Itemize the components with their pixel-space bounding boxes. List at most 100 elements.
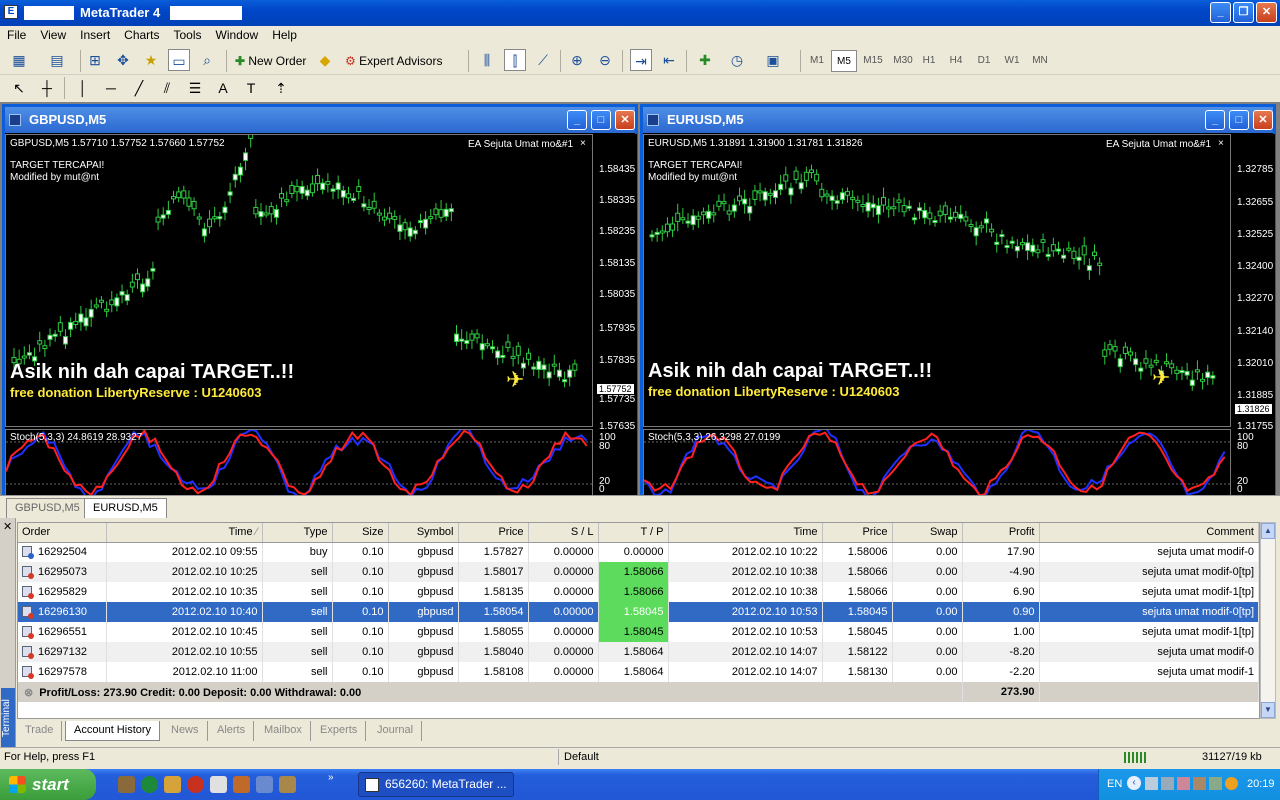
chart-window-gbpusd[interactable]: GBPUSD,M5 _ □ ✕ GBPUSD,M5 1.57710 1.5775… [2, 104, 638, 497]
window-tab-eurusd[interactable]: EURUSD,M5 [84, 498, 167, 518]
menu-window[interactable]: Window [209, 26, 266, 44]
menu-file[interactable]: File [0, 26, 33, 44]
fibonacci-icon[interactable]: ☰ [184, 77, 206, 99]
timeframe-m1[interactable]: M1 [804, 50, 830, 72]
timeframe-mn[interactable]: MN [1027, 50, 1053, 72]
menu-help[interactable]: Help [265, 26, 304, 44]
window-tab-gbpusd[interactable]: GBPUSD,M5 [6, 498, 89, 518]
menu-tools[interactable]: Tools [167, 26, 209, 44]
ea-remove-icon[interactable]: × [580, 138, 586, 149]
column-header-close-time[interactable]: Time [668, 523, 823, 543]
column-header-order[interactable]: Order [18, 523, 107, 543]
price-chart-pane[interactable]: GBPUSD,M5 1.57710 1.57752 1.57660 1.5775… [5, 134, 593, 427]
chart-maximize-button[interactable]: □ [1229, 110, 1249, 130]
ea-remove-icon[interactable]: × [1218, 138, 1224, 149]
templates-icon[interactable]: ▣ [762, 49, 784, 71]
column-header-close-price[interactable]: Price [822, 523, 893, 543]
timeframe-m30[interactable]: M30 [888, 50, 918, 72]
chart-minimize-button[interactable]: _ [567, 110, 587, 130]
tray-app-icon[interactable] [1161, 777, 1174, 790]
profiles-icon[interactable]: ▤ [46, 49, 68, 71]
table-row[interactable]: 16297578 2012.02.10 11:00 sell 0.10 gbpusd 1.… [18, 662, 1259, 682]
tab-account-history[interactable]: Account History [65, 721, 161, 741]
column-header-sl[interactable]: S / L [528, 523, 599, 543]
metatrader-app-icon[interactable]: E [4, 5, 18, 19]
auto-scroll-icon[interactable]: ⇥ [630, 49, 652, 71]
new-order-button[interactable]: ✚ New Order [232, 50, 309, 72]
minimize-button[interactable]: _ [1210, 2, 1231, 23]
zoom-in-icon[interactable]: ⊕ [566, 49, 588, 71]
text-icon[interactable]: A [212, 77, 234, 99]
trendline-icon[interactable]: ╱ [128, 77, 150, 99]
navigator-icon[interactable]: ★ [140, 49, 162, 71]
timeframe-d1[interactable]: D1 [971, 50, 997, 72]
price-chart-pane[interactable]: EURUSD,M5 1.31891 1.31900 1.31781 1.3182… [643, 134, 1231, 427]
column-header-tp[interactable]: T / P [598, 523, 669, 543]
tray-network-icon[interactable] [1145, 777, 1158, 790]
stochastic-pane[interactable]: Stoch(5,3,3) 26.3298 27.0199 [643, 429, 1231, 497]
bar-chart-icon[interactable]: ⫼ [476, 49, 498, 71]
chart-shift-icon[interactable]: ⇤ [658, 49, 680, 71]
horizontal-line-icon[interactable]: ─ [100, 77, 122, 99]
text-label-icon[interactable]: T [240, 77, 262, 99]
timeframe-m15[interactable]: M15 [858, 50, 888, 72]
language-indicator[interactable]: EN [1107, 778, 1122, 790]
market-watch-icon[interactable]: ⊞ [84, 49, 106, 71]
scroll-up-icon[interactable]: ▲ [1261, 523, 1275, 539]
tab-trade[interactable]: Trade [17, 721, 63, 741]
quicklaunch-app-icon[interactable] [141, 776, 158, 793]
crosshair-icon[interactable]: ┼ [36, 77, 58, 99]
tab-journal[interactable]: Journal [369, 721, 423, 741]
indicators-icon[interactable]: ✚ [694, 49, 716, 71]
restore-button[interactable]: ❐ [1233, 2, 1254, 23]
expert-advisors-button[interactable]: ⚙ Expert Advisors [342, 50, 445, 72]
menu-view[interactable]: View [33, 26, 73, 44]
arrows-icon[interactable]: ⇡ [270, 77, 292, 99]
column-header-symbol[interactable]: Symbol [388, 523, 459, 543]
tray-app-icon[interactable] [1177, 777, 1190, 790]
channel-icon[interactable]: ⫽ [156, 77, 178, 99]
stochastic-pane[interactable]: Stoch(5,3,3) 24.8619 28.9327 [5, 429, 593, 497]
menu-insert[interactable]: Insert [73, 26, 117, 44]
tray-app-icon[interactable] [1225, 777, 1238, 790]
zoom-out-icon[interactable]: ⊖ [594, 49, 616, 71]
timeframe-m5[interactable]: M5 [831, 50, 857, 72]
quicklaunch-app-icon[interactable] [210, 776, 227, 793]
timeframe-h4[interactable]: H4 [943, 50, 969, 72]
start-button[interactable]: start [0, 769, 96, 800]
periods-icon[interactable]: ◷ [726, 49, 748, 71]
tab-news[interactable]: News [163, 721, 208, 741]
menu-charts[interactable]: Charts [117, 26, 166, 44]
column-header-type[interactable]: Type [262, 523, 333, 543]
new-chart-icon[interactable]: ▦ [8, 49, 30, 71]
vertical-line-icon[interactable]: │ [72, 77, 94, 99]
tray-app-icon[interactable] [1193, 777, 1206, 790]
candlestick-icon[interactable]: ⫿ [504, 49, 526, 71]
taskbar-item-metatrader[interactable]: 656260: MetaTrader ... [358, 772, 514, 797]
quicklaunch-app-icon[interactable] [256, 776, 273, 793]
table-row[interactable]: 16292504 2012.02.10 09:55 buy 0.10 gbpusd 1.5… [18, 542, 1259, 562]
quicklaunch-app-icon[interactable] [187, 776, 204, 793]
terminal-icon[interactable]: ▭ [168, 49, 190, 71]
chart-window-eurusd[interactable]: EURUSD,M5 _ □ ✕ EURUSD,M5 1.31891 1.3190… [640, 104, 1276, 497]
chart-minimize-button[interactable]: _ [1205, 110, 1225, 130]
quicklaunch-app-icon[interactable] [164, 776, 181, 793]
chart-close-button[interactable]: ✕ [615, 110, 635, 130]
scroll-down-icon[interactable]: ▼ [1261, 702, 1275, 718]
quicklaunch-app-icon[interactable] [118, 776, 135, 793]
column-header-comment[interactable]: Comment [1039, 523, 1259, 543]
terminal-close-icon[interactable]: ✕ [3, 520, 12, 533]
column-header-swap[interactable]: Swap [892, 523, 963, 543]
quicklaunch-app-icon[interactable] [233, 776, 250, 793]
chart-close-button[interactable]: ✕ [1253, 110, 1273, 130]
column-header-time[interactable]: Time ⁄ [106, 523, 263, 543]
column-header-profit[interactable]: Profit [962, 523, 1040, 543]
chart-maximize-button[interactable]: □ [591, 110, 611, 130]
strategy-tester-icon[interactable]: ⌕ [196, 49, 218, 71]
tab-experts[interactable]: Experts [312, 721, 367, 741]
cursor-icon[interactable]: ↖ [8, 77, 30, 99]
column-header-price[interactable]: Price [458, 523, 529, 543]
tab-alerts[interactable]: Alerts [209, 721, 255, 741]
table-row[interactable]: 16297132 2012.02.10 10:55 sell 0.10 gbpusd 1.… [18, 642, 1259, 662]
table-row[interactable]: 16296130 2012.02.10 10:40 sell 0.10 gbpusd 1.… [18, 602, 1259, 622]
